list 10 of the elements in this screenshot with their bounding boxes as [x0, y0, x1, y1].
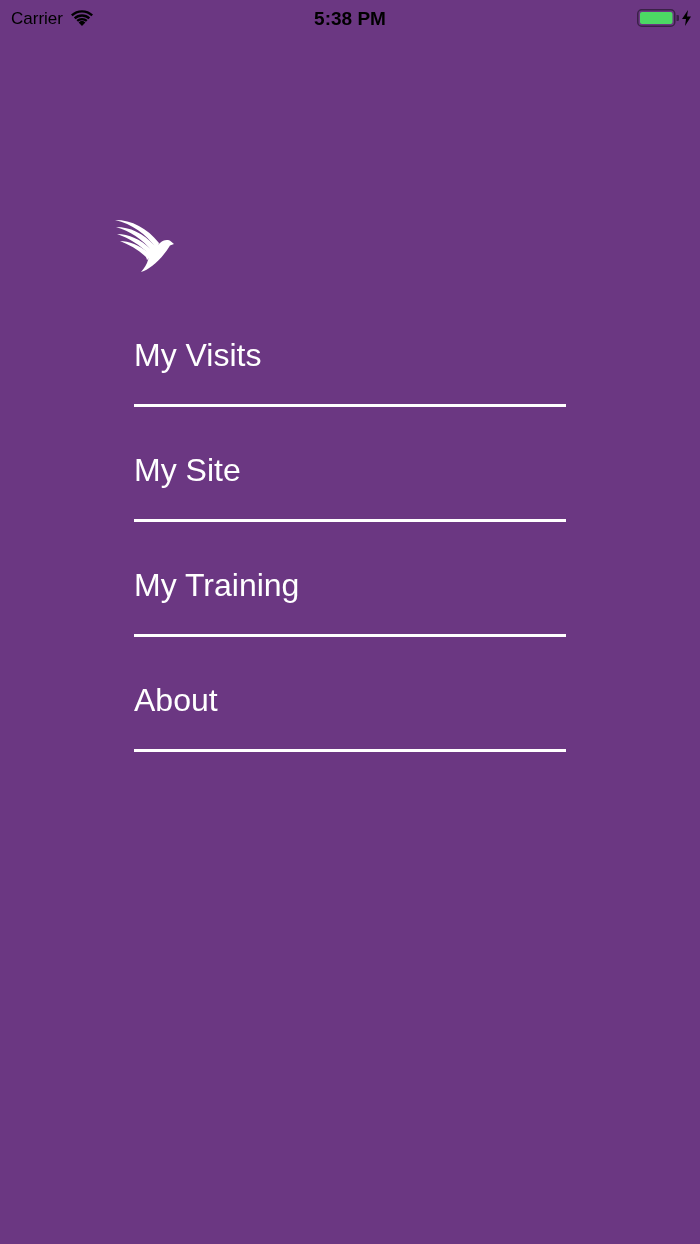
battery-icon [637, 9, 679, 27]
menu-item[interactable]: About [134, 637, 566, 752]
status-time: 5:38 PM [314, 8, 386, 28]
charging-bolt-icon [682, 10, 691, 26]
menu-item[interactable]: My Visits [134, 292, 566, 407]
bird-logo-icon [114, 220, 174, 272]
carrier-name: Carrier [11, 9, 63, 27]
menu-item[interactable]: My Site [134, 407, 566, 522]
wifi-icon [70, 10, 93, 26]
menu-item[interactable]: My Training [134, 522, 566, 637]
